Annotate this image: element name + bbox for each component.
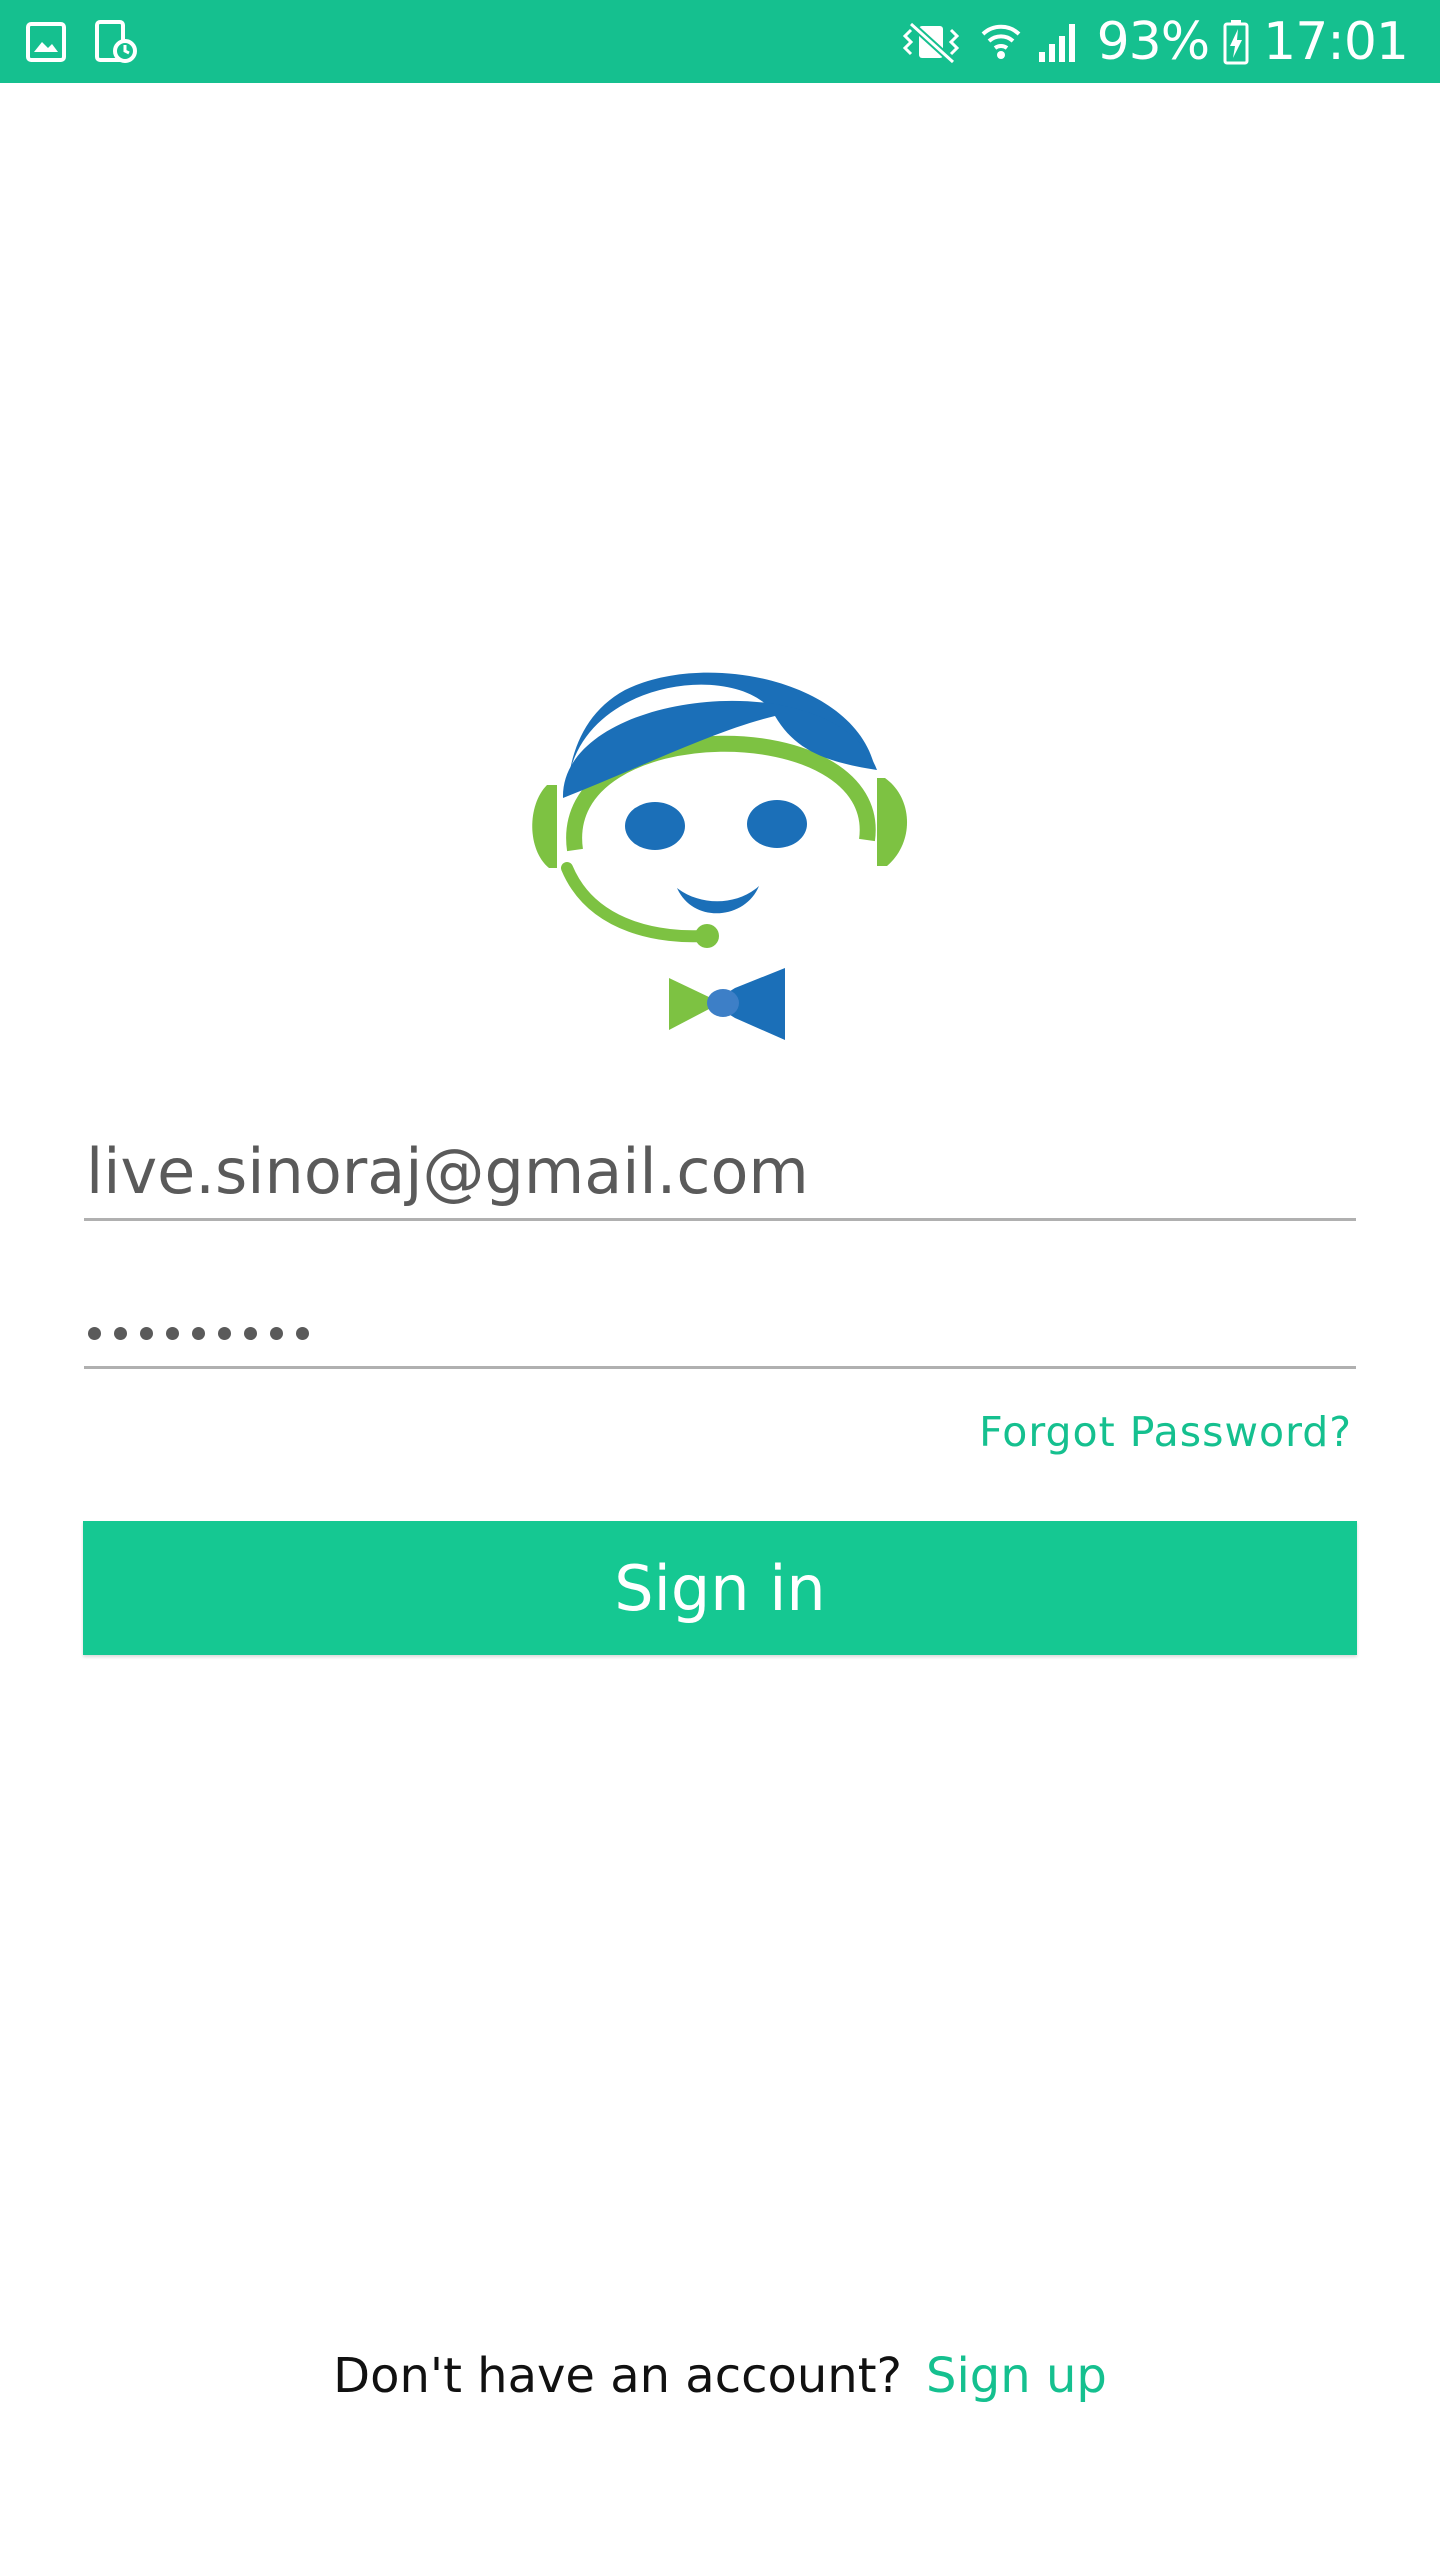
battery-percent: 93%	[1096, 11, 1211, 72]
no-account-text: Don't have an account?	[333, 2348, 902, 2404]
battery-charging-icon	[1223, 19, 1249, 65]
email-input-value: live.sinoraj@gmail.com	[86, 1135, 809, 1208]
email-field[interactable]: live.sinoraj@gmail.com	[84, 1120, 1356, 1221]
forgot-password-link[interactable]: Forgot Password?	[979, 1408, 1352, 1456]
password-dot	[244, 1327, 257, 1340]
password-dot	[270, 1327, 283, 1340]
status-bar-notifications	[26, 20, 138, 64]
password-dot	[88, 1327, 101, 1340]
password-dot	[192, 1327, 205, 1340]
signup-row: Don't have an account? Sign up	[0, 2348, 1440, 2404]
password-dot	[296, 1327, 309, 1340]
screenshot-notification-icon	[94, 20, 138, 64]
support-agent-logo	[505, 620, 935, 1050]
clock: 17:01	[1263, 11, 1409, 72]
status-bar: 93% 17:01	[0, 0, 1440, 83]
login-screen: 93% 17:01 live.sinoraj@gmail.com Forgot …	[0, 0, 1440, 2560]
signal-icon	[1037, 20, 1083, 64]
password-field[interactable]	[84, 1268, 1356, 1369]
password-dot	[166, 1327, 179, 1340]
password-dot	[140, 1327, 153, 1340]
vibrate-mute-icon	[897, 20, 965, 64]
status-bar-system: 93% 17:01	[897, 0, 1409, 83]
password-dot	[218, 1327, 231, 1340]
password-mask	[88, 1327, 309, 1340]
sign-up-link[interactable]: Sign up	[926, 2348, 1107, 2404]
wifi-icon	[979, 20, 1023, 64]
image-notification-icon	[26, 22, 66, 62]
password-dot	[114, 1327, 127, 1340]
sign-in-button[interactable]: Sign in	[83, 1521, 1357, 1655]
